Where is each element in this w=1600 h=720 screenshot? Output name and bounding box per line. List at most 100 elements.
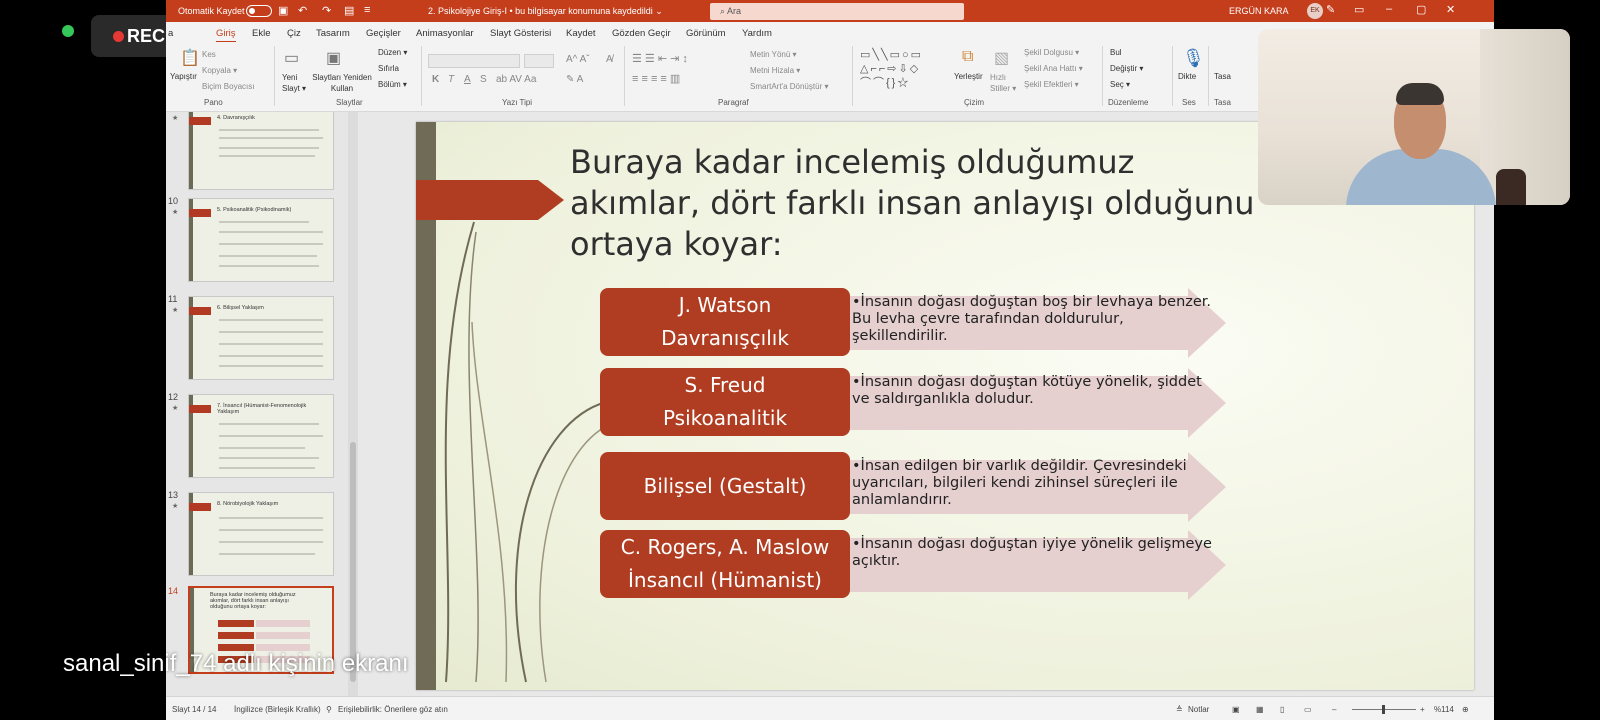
layout-button[interactable]: Düzen ▾ xyxy=(378,48,407,57)
microphone-icon[interactable]: 🎙 xyxy=(1182,48,1205,70)
reuse-slides-icon[interactable]: ▣ xyxy=(326,48,341,68)
slide-title[interactable]: Buraya kadar incelemiş olduğumuz akımlar… xyxy=(570,142,1260,265)
tab-animasyonlar[interactable]: Animasyonlar xyxy=(416,28,474,39)
tab-kaydet[interactable]: Kaydet xyxy=(566,28,596,39)
paste-icon[interactable]: 📋 xyxy=(180,48,200,68)
save-icon[interactable]: ▣ xyxy=(278,4,288,17)
current-slide[interactable]: Buraya kadar incelemiş olduğumuz akımlar… xyxy=(416,122,1474,690)
slide-thumbnail-13[interactable]: 8. Nörobiyolojik Yaklaşım xyxy=(188,492,334,576)
shape-outline-button[interactable]: Şekil Ana Hattı ▾ xyxy=(1024,64,1083,73)
accessibility-icon: ⚲ xyxy=(326,705,332,714)
shape-effects-button[interactable]: Şekil Efektleri ▾ xyxy=(1024,80,1079,89)
slideshow-icon[interactable]: ▤ xyxy=(344,4,354,17)
quick-styles-icon[interactable]: ▧ xyxy=(994,48,1009,68)
grow-font-icon[interactable]: A^ Aˇ xyxy=(566,54,590,65)
slide-thumbnail-11[interactable]: 6. Bilişsel Yaklaşım xyxy=(188,296,334,380)
text-direction-button[interactable]: Metin Yönü ▾ xyxy=(750,50,797,59)
slideshow-view-icon[interactable]: ▭ xyxy=(1304,705,1312,714)
quick-styles-button[interactable]: Hızlı Stiller ▾ xyxy=(990,72,1018,94)
arrange-icon[interactable]: ⧉ xyxy=(962,48,973,66)
scrollbar-thumb[interactable] xyxy=(350,442,356,682)
zoom-level[interactable]: %114 xyxy=(1434,705,1454,714)
autosave-toggle[interactable] xyxy=(246,5,272,17)
tab-gecisler[interactable]: Geçişler xyxy=(366,28,401,39)
accessibility-status[interactable]: Erişilebilirlik: Önerilere göz atın xyxy=(338,705,448,714)
notes-icon: ≜ xyxy=(1176,705,1183,714)
tab-ciz[interactable]: Çiz xyxy=(287,28,301,39)
tab-ekle[interactable]: Ekle xyxy=(252,28,270,39)
row-label-line2: Davranışçılık xyxy=(661,326,789,350)
tab-gorunum[interactable]: Görünüm xyxy=(686,28,726,39)
convert-smartart-button[interactable]: SmartArt'a Dönüştür ▾ xyxy=(750,82,828,91)
fit-to-window-icon[interactable]: ⊕ xyxy=(1462,705,1469,714)
format-painter-button[interactable]: Biçim Boyacısı xyxy=(202,82,254,91)
group-divider xyxy=(624,46,625,106)
shape-fill-button[interactable]: Şekil Dolgusu ▾ xyxy=(1024,48,1079,57)
slide-thumbnail-10[interactable]: 5. Psikoanalitik (Psikodinamik) xyxy=(188,198,334,282)
italic-button[interactable]: T xyxy=(448,74,454,85)
tab-dosya[interactable]: a xyxy=(168,28,173,39)
bullets-icon[interactable]: ☰ ☰ ⇤ ⇥ ↕ xyxy=(632,52,688,65)
thumbnails-scrollbar[interactable] xyxy=(348,112,358,696)
document-title[interactable]: 2. Psikolojiye Giriş-I • bu bilgisayar k… xyxy=(428,6,663,17)
notes-button[interactable]: Notlar xyxy=(1188,705,1209,714)
dictate-button[interactable]: Dikte xyxy=(1178,72,1196,81)
cut-button[interactable]: Kes xyxy=(202,50,216,59)
reuse-slides-button[interactable]: Slaytları Yeniden Kullan xyxy=(312,72,372,94)
shapes-gallery[interactable]: ▭╲╲▭○▭ △⌐⌐⇨⇩◇ ⌒⌒{}☆ xyxy=(860,48,944,92)
undo-icon[interactable]: ↶ xyxy=(298,4,307,17)
minimize-icon[interactable]: – xyxy=(1386,3,1392,15)
zoom-out-icon[interactable]: – xyxy=(1332,705,1336,714)
highlight-color-icon[interactable]: ✎ A xyxy=(566,74,583,85)
align-icons[interactable]: ≡ ≡ ≡ ≡ ▥ xyxy=(632,72,680,85)
section-button[interactable]: Bölüm ▾ xyxy=(378,80,407,89)
font-family-select[interactable] xyxy=(428,54,520,68)
underline-button[interactable]: A xyxy=(464,74,471,85)
normal-view-icon[interactable]: ▣ xyxy=(1232,705,1240,714)
tab-slayt-gosterisi[interactable]: Slayt Gösterisi xyxy=(490,28,551,39)
group-label-cizim: Çizim xyxy=(964,98,984,107)
slide-thumbnail-9[interactable]: 4. Davranışçılık xyxy=(188,112,334,190)
designer-button[interactable]: Tasa xyxy=(1214,72,1231,81)
zoom-slider-knob[interactable] xyxy=(1382,705,1385,714)
animation-star-icon: ★ xyxy=(172,115,179,122)
ribbon-display-icon[interactable]: ▭ xyxy=(1354,3,1364,16)
font-size-select[interactable] xyxy=(524,54,554,68)
search-box[interactable]: ⌕ Ara xyxy=(710,3,964,20)
paste-button[interactable]: Yapıştır xyxy=(170,72,197,81)
font-effects-icons[interactable]: ab AV Aa xyxy=(496,74,536,85)
reset-button[interactable]: Sıfırla xyxy=(378,64,399,73)
tab-tasarim[interactable]: Tasarım xyxy=(316,28,350,39)
align-text-button[interactable]: Metni Hizala ▾ xyxy=(750,66,800,75)
arrange-button[interactable]: Yerleştir xyxy=(954,72,983,81)
redo-icon[interactable]: ↷ xyxy=(322,4,331,17)
group-divider xyxy=(274,46,275,106)
group-divider xyxy=(421,46,422,106)
find-button[interactable]: Bul xyxy=(1110,48,1122,57)
language-indicator[interactable]: İngilizce (Birleşik Krallık) xyxy=(234,705,321,714)
replace-button[interactable]: Değiştir ▾ xyxy=(1110,64,1143,73)
thumbnail-text-line xyxy=(219,255,317,257)
reading-view-icon[interactable]: ▯ xyxy=(1280,705,1284,714)
customize-toolbar-icon[interactable]: ≡ xyxy=(364,4,370,16)
bold-button[interactable]: K xyxy=(432,74,439,85)
avatar[interactable]: EK xyxy=(1307,3,1323,19)
copy-button[interactable]: Kopyala ▾ xyxy=(202,66,237,75)
zoom-in-icon[interactable]: + xyxy=(1420,705,1425,714)
tab-yardim[interactable]: Yardım xyxy=(742,28,772,39)
close-icon[interactable]: ✕ xyxy=(1446,3,1455,16)
maximize-icon[interactable]: ▢ xyxy=(1416,3,1426,16)
user-name[interactable]: ERGÜN KARA xyxy=(1229,6,1289,16)
new-slide-icon[interactable]: ▭ xyxy=(284,48,299,68)
slide-thumbnail-12[interactable]: 7. İnsancıl (Hümanist-Fenomenolojik Yakl… xyxy=(188,394,334,478)
strikethrough-button[interactable]: S xyxy=(480,74,487,85)
pen-icon[interactable]: ✎ xyxy=(1326,3,1335,16)
status-bar: Slayt 14 / 14 İngilizce (Birleşik Krallı… xyxy=(166,696,1494,720)
tab-giris[interactable]: Giriş xyxy=(216,28,236,43)
new-slide-button[interactable]: Yeni Slayt ▾ xyxy=(282,72,308,94)
slide-sorter-icon[interactable]: ▦ xyxy=(1256,705,1264,714)
select-button[interactable]: Seç ▾ xyxy=(1110,80,1130,89)
group-label-tasarimci: Tasa xyxy=(1214,98,1231,107)
clear-format-icon[interactable]: A̸ xyxy=(606,54,613,65)
tab-gozden-gecir[interactable]: Gözden Geçir xyxy=(612,28,671,39)
